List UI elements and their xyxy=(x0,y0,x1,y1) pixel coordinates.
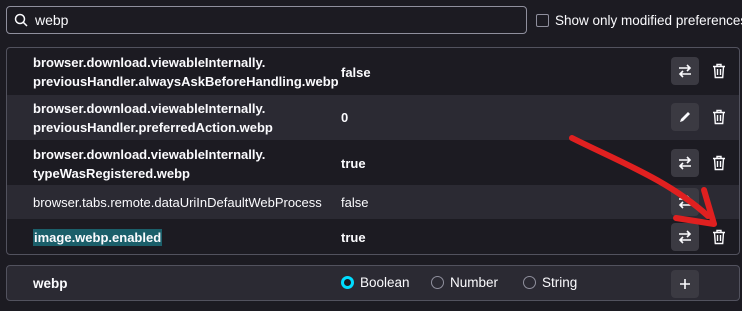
trash-icon xyxy=(713,63,725,79)
reset-button[interactable] xyxy=(705,57,733,85)
reset-button[interactable] xyxy=(705,223,733,251)
pref-value: 0 xyxy=(341,110,349,125)
show-modified-label: Show only modified preferences xyxy=(555,13,742,28)
pencil-icon xyxy=(680,112,690,122)
search-field[interactable] xyxy=(6,6,527,34)
pref-name: image.webp.enabled xyxy=(33,229,163,246)
pref-row: browser.tabs.remote.dataUriInDefaultWebP… xyxy=(7,185,739,219)
pref-row: image.webp.enabled true xyxy=(7,219,739,254)
trash-icon xyxy=(713,229,725,245)
type-string-option[interactable]: String xyxy=(523,275,577,290)
add-pref-button[interactable] xyxy=(671,270,699,298)
toggle-button[interactable] xyxy=(671,188,699,216)
pref-name: browser.tabs.remote.dataUriInDefaultWebP… xyxy=(33,195,322,210)
pref-value: true xyxy=(341,230,366,245)
type-boolean-radio[interactable] xyxy=(341,276,354,289)
prefs-table: browser.download.viewableInternally. prev… xyxy=(6,47,740,255)
search-row: Show only modified preferences xyxy=(6,6,742,38)
pref-name: browser.download.viewableInternally. prev… xyxy=(33,55,339,89)
pref-value: true xyxy=(341,156,366,171)
toggle-icon xyxy=(678,230,692,244)
type-string-radio[interactable] xyxy=(523,276,536,289)
toggle-icon xyxy=(678,64,692,78)
pref-row: browser.download.viewableInternally. type… xyxy=(7,140,739,185)
toggle-button[interactable] xyxy=(671,223,699,251)
pref-value: false xyxy=(341,65,371,80)
new-pref-name: webp xyxy=(33,276,68,291)
type-number-radio[interactable] xyxy=(431,276,444,289)
plus-icon xyxy=(680,279,690,289)
add-pref-row: webp Boolean Number String xyxy=(6,265,740,301)
type-boolean-option[interactable]: Boolean xyxy=(341,275,410,290)
toggle-button[interactable] xyxy=(671,149,699,177)
pref-row: browser.download.viewableInternally. prev… xyxy=(7,95,739,140)
toggle-button[interactable] xyxy=(671,57,699,85)
show-modified-toggle[interactable]: Show only modified preferences xyxy=(536,13,742,28)
reset-button[interactable] xyxy=(705,149,733,177)
pref-value: false xyxy=(341,195,369,210)
pref-name: browser.download.viewableInternally. type… xyxy=(33,147,266,181)
toggle-icon xyxy=(678,195,692,209)
search-icon xyxy=(7,13,35,27)
show-modified-checkbox[interactable] xyxy=(536,14,549,27)
reset-button[interactable] xyxy=(705,103,733,131)
trash-icon xyxy=(713,109,725,125)
type-number-option[interactable]: Number xyxy=(431,275,498,290)
pref-name: browser.download.viewableInternally. prev… xyxy=(33,101,273,135)
search-input[interactable] xyxy=(35,12,495,28)
edit-button[interactable] xyxy=(671,103,699,131)
pref-row: browser.download.viewableInternally. prev… xyxy=(7,48,739,95)
toggle-icon xyxy=(678,156,692,170)
trash-icon xyxy=(713,155,725,171)
